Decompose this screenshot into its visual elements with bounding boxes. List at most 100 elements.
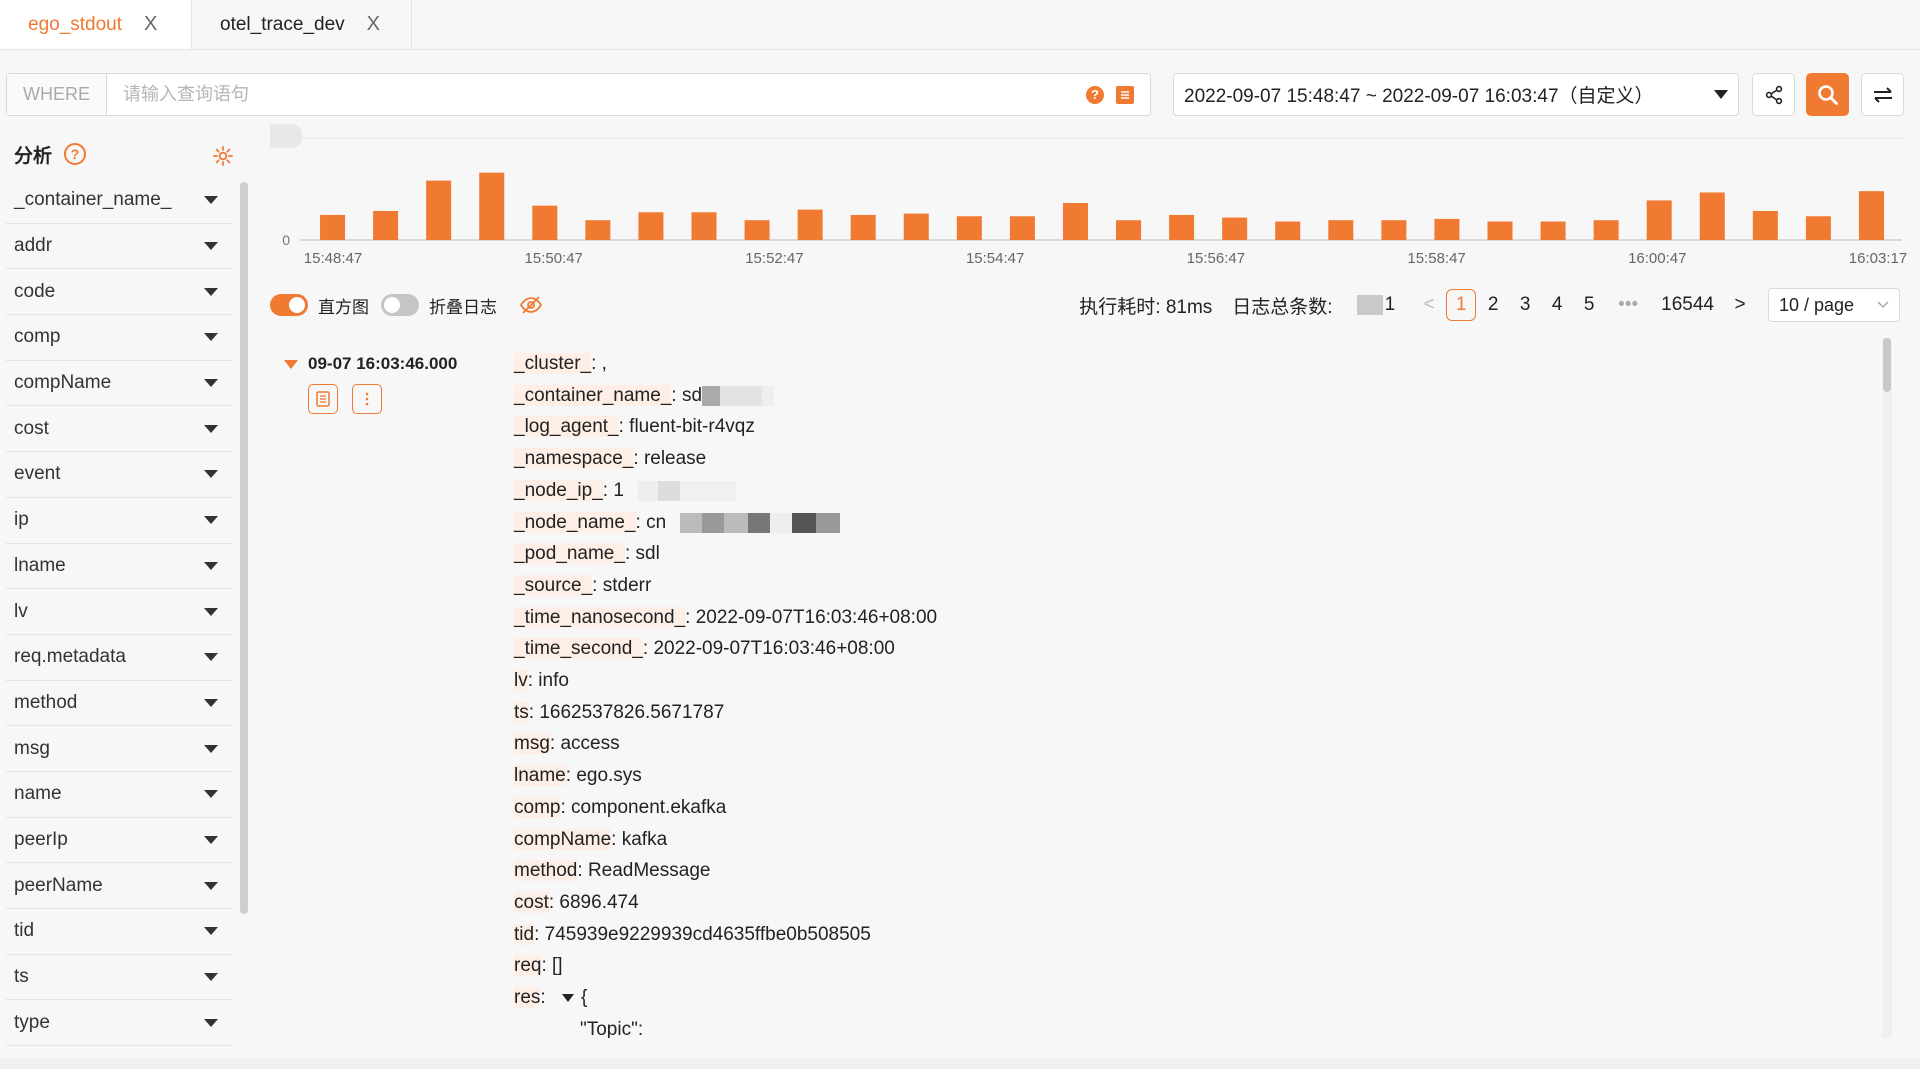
log-field-key[interactable]: _time_nanosecond_ [514, 606, 686, 628]
log-field-key[interactable]: _source_ [514, 574, 593, 596]
page-last[interactable]: 16544 [1661, 289, 1714, 321]
caret-down-icon[interactable] [204, 1018, 218, 1027]
statement-list-icon[interactable] [1116, 85, 1134, 104]
field-item[interactable]: ts [6, 955, 232, 1001]
prev-page-button[interactable]: < [1414, 289, 1444, 321]
field-item[interactable]: _container_name_ [6, 178, 232, 224]
log-field-key[interactable]: _namespace_ [514, 448, 634, 470]
tab-otel-trace-dev[interactable]: otel_trace_dev X [192, 0, 412, 49]
caret-down-icon[interactable] [204, 973, 218, 982]
log-field-value[interactable]: ReadMessage [588, 860, 711, 881]
log-field-key[interactable]: msg [514, 733, 550, 755]
log-field-value[interactable]: fluent-bit-r4vqz [629, 416, 755, 437]
page-1[interactable]: 1 [1446, 289, 1477, 321]
field-item[interactable]: compName [6, 361, 232, 407]
caret-down-icon[interactable] [204, 424, 218, 433]
caret-down-icon[interactable] [204, 516, 218, 525]
log-field-value[interactable]: cn [646, 512, 666, 533]
field-item[interactable]: req.metadata [6, 635, 232, 681]
log-field-value[interactable]: , [602, 353, 607, 374]
field-item[interactable]: type [6, 1000, 232, 1047]
fold-log-toggle[interactable] [381, 294, 419, 316]
toggle-view-button[interactable] [1861, 73, 1904, 116]
field-item[interactable]: method [6, 681, 232, 727]
log-field-value[interactable]: 1 [613, 480, 624, 501]
field-item[interactable]: cost [6, 406, 232, 453]
log-field-key[interactable]: _cluster_ [514, 353, 592, 374]
eye-off-icon[interactable] [519, 295, 543, 315]
log-field-value[interactable]: 2022-09-07T16:03:46+08:00 [696, 607, 937, 628]
more-actions-button[interactable] [352, 384, 382, 414]
caret-down-icon[interactable] [204, 379, 218, 388]
sidebar-scrollbar[interactable] [240, 182, 248, 914]
next-page-button[interactable]: > [1725, 289, 1755, 321]
page-4[interactable]: 4 [1542, 289, 1572, 321]
log-field-key[interactable]: lname [514, 765, 566, 787]
log-entry-header[interactable]: 09-07 16:03:46.000 [284, 354, 457, 374]
page-size-select[interactable]: 10 / page [1768, 288, 1900, 322]
copy-log-button[interactable] [308, 384, 338, 414]
caret-down-icon[interactable] [204, 196, 218, 205]
field-item[interactable]: code [6, 269, 232, 316]
histogram-toggle[interactable] [270, 294, 308, 316]
page-ellipsis[interactable]: ••• [1613, 289, 1643, 321]
log-field-value[interactable]: 745939e9229939cd4635ffbe0b508505 [545, 924, 871, 945]
log-field-value[interactable]: kafka [622, 829, 667, 850]
log-field-key[interactable]: _pod_name_ [514, 543, 625, 565]
log-field-key[interactable]: tid [514, 923, 535, 945]
page-2[interactable]: 2 [1478, 289, 1508, 321]
log-field-value[interactable]: info [538, 670, 569, 691]
field-item[interactable]: tid [6, 909, 232, 955]
log-field-key[interactable]: cost [514, 891, 549, 913]
log-field-value[interactable]: release [644, 448, 706, 469]
time-range-picker[interactable]: 2022-09-07 15:48:47 ~ 2022-09-07 16:03:4… [1173, 73, 1739, 116]
log-field-key[interactable]: ts [514, 701, 529, 723]
field-item[interactable]: lname [6, 544, 232, 590]
page-3[interactable]: 3 [1510, 289, 1540, 321]
log-field-key[interactable]: req [514, 955, 542, 977]
help-icon[interactable]: ? [64, 143, 87, 165]
caret-down-icon[interactable] [204, 561, 218, 570]
log-field-key[interactable]: lv [514, 670, 528, 692]
caret-down-icon[interactable] [204, 287, 218, 296]
collapse-icon[interactable] [284, 359, 298, 369]
log-field-value[interactable]: sdl [636, 543, 660, 564]
log-field-key[interactable]: comp [514, 796, 561, 818]
log-field-key[interactable]: method [514, 860, 578, 882]
help-icon[interactable]: ? [1086, 85, 1104, 104]
caret-down-icon[interactable] [204, 470, 218, 479]
log-field-value[interactable]: stderr [603, 575, 652, 596]
log-field-key[interactable]: compName [514, 828, 612, 850]
close-icon[interactable]: X [367, 13, 380, 36]
log-field-key[interactable]: _time_second_ [514, 638, 643, 660]
log-field-value[interactable]: 6896.474 [559, 892, 638, 913]
caret-down-icon[interactable] [204, 698, 218, 707]
log-field-key[interactable]: res [514, 987, 541, 1009]
log-field-key[interactable]: _node_name_ [514, 511, 636, 533]
field-item[interactable]: peerIp [6, 818, 232, 864]
search-button[interactable] [1806, 73, 1849, 116]
field-item[interactable]: peerName [6, 863, 232, 909]
query-input[interactable] [107, 74, 1086, 115]
caret-down-icon[interactable] [204, 835, 218, 844]
log-field-value[interactable]: [] [552, 955, 563, 976]
log-field-value[interactable]: 1662537826.5671787 [539, 702, 724, 723]
expand-icon[interactable] [551, 987, 581, 1008]
log-field-value[interactable]: component.ekafka [571, 797, 726, 818]
caret-down-icon[interactable] [204, 333, 218, 342]
close-icon[interactable]: X [144, 13, 157, 36]
caret-down-icon[interactable] [204, 790, 218, 799]
caret-down-icon[interactable] [204, 881, 218, 890]
caret-down-icon[interactable] [204, 744, 218, 753]
log-scrollbar[interactable] [1882, 338, 1892, 1038]
log-field-value[interactable]: { [581, 987, 587, 1008]
field-item[interactable]: lv [6, 589, 232, 635]
caret-down-icon[interactable] [204, 607, 218, 616]
log-field-value[interactable]: access [560, 733, 619, 754]
field-item[interactable]: addr [6, 224, 232, 270]
log-field-key[interactable]: _node_ip_ [514, 479, 603, 501]
share-button[interactable] [1752, 73, 1795, 116]
field-item[interactable]: event [6, 452, 232, 498]
log-field-key[interactable]: _log_agent_ [514, 416, 619, 438]
log-field-value[interactable]: 2022-09-07T16:03:46+08:00 [653, 638, 894, 659]
